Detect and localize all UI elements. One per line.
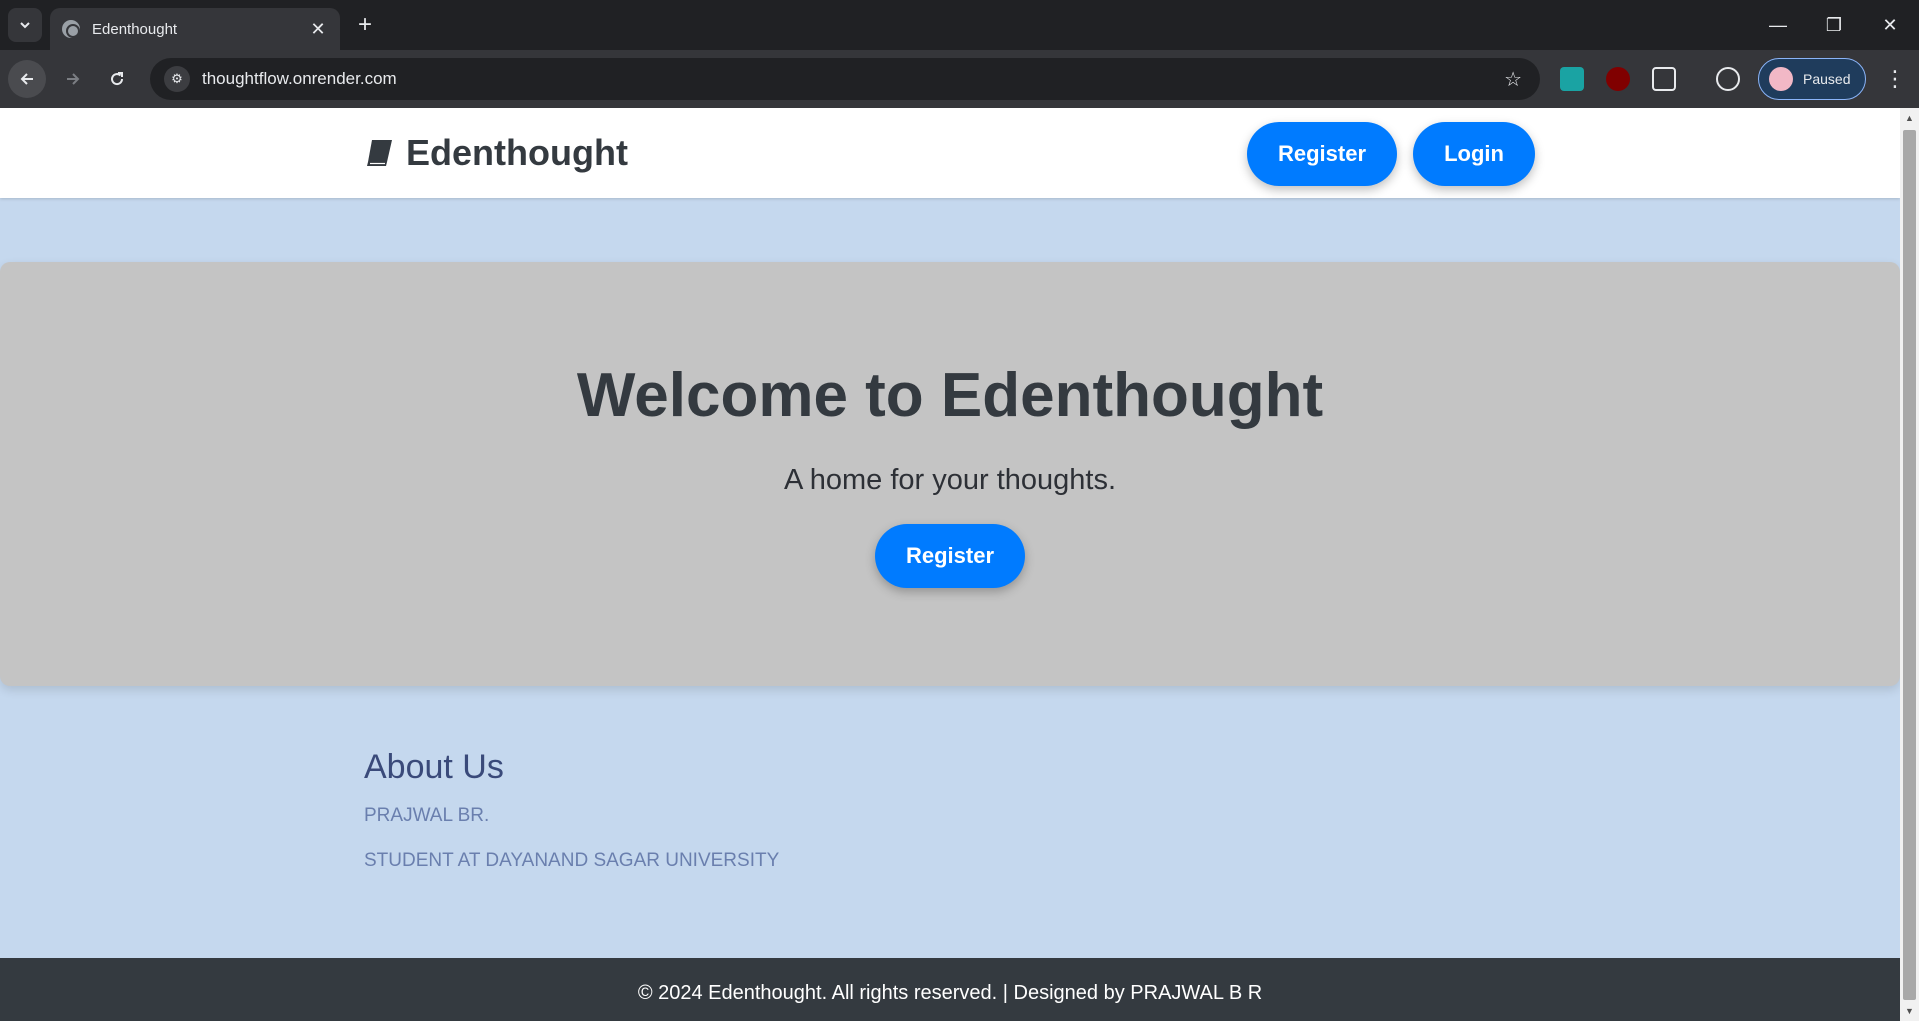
profile-status: Paused bbox=[1803, 71, 1851, 87]
restore-button[interactable]: ❐ bbox=[1806, 0, 1862, 50]
hero-section: Welcome to Edenthought A home for your t… bbox=[0, 262, 1900, 686]
extension-icon[interactable] bbox=[1652, 67, 1676, 91]
minimize-button[interactable]: — bbox=[1750, 0, 1806, 50]
footer-text: © 2024 Edenthought. All rights reserved.… bbox=[637, 982, 1263, 1004]
avatar bbox=[1769, 67, 1793, 91]
register-button[interactable]: Register bbox=[1247, 122, 1397, 186]
address-bar[interactable]: ⚙ thoughtflow.onrender.com ☆ bbox=[150, 58, 1540, 100]
close-window-button[interactable]: ✕ bbox=[1862, 0, 1918, 50]
page-viewport: Edenthought Register Login Welcome to Ed… bbox=[0, 108, 1900, 1021]
translate-extension-icon[interactable] bbox=[1560, 67, 1584, 91]
chevron-down-icon bbox=[20, 22, 30, 29]
new-tab-button[interactable]: + bbox=[352, 12, 378, 38]
scroll-up-icon[interactable]: ▲ bbox=[1900, 110, 1919, 126]
tab-close-icon[interactable]: ✕ bbox=[308, 19, 328, 40]
brand-name: Edenthought bbox=[406, 132, 628, 173]
back-button[interactable] bbox=[8, 60, 46, 98]
scroll-down-icon[interactable]: ▼ bbox=[1900, 1003, 1919, 1019]
scrollbar-thumb[interactable] bbox=[1903, 130, 1916, 1000]
about-heading: About Us bbox=[364, 748, 504, 786]
forward-icon bbox=[67, 73, 80, 85]
menu-icon[interactable]: ⋮ bbox=[1880, 64, 1910, 94]
brand-logo[interactable]: Edenthought bbox=[364, 132, 628, 174]
about-section: About Us PRAJWAL BR. STUDENT AT DAYANAND… bbox=[364, 748, 779, 895]
site-header: Edenthought Register Login bbox=[0, 108, 1900, 198]
reload-icon bbox=[111, 72, 124, 86]
tab-search-button[interactable] bbox=[8, 8, 42, 42]
hero-register-button[interactable]: Register bbox=[875, 524, 1025, 588]
back-icon bbox=[20, 73, 33, 85]
page-scrollbar[interactable]: ▲ ▼ bbox=[1900, 108, 1919, 1021]
hero-subtitle: A home for your thoughts. bbox=[783, 464, 1117, 496]
about-line: PRAJWAL BR. bbox=[364, 805, 490, 826]
login-button[interactable]: Login bbox=[1413, 122, 1535, 186]
tab-title: Edenthought bbox=[92, 20, 178, 38]
tab-strip: Edenthought ✕ + — ❐ ✕ bbox=[0, 0, 1919, 50]
site-info-icon[interactable]: ⚙ bbox=[164, 66, 190, 92]
star-icon[interactable]: ☆ bbox=[1504, 67, 1522, 92]
site-footer: © 2024 Edenthought. All rights reserved.… bbox=[0, 958, 1900, 1021]
globe-icon bbox=[62, 20, 80, 38]
book-icon bbox=[367, 140, 392, 166]
hero-title: Welcome to Edenthought bbox=[576, 361, 1324, 430]
browser-toolbar: ⚙ thoughtflow.onrender.com ☆ Paused ⋮ bbox=[0, 50, 1919, 108]
url-text[interactable]: thoughtflow.onrender.com bbox=[202, 69, 1504, 89]
ublock-extension-icon[interactable] bbox=[1606, 67, 1630, 91]
profile-button[interactable]: Paused bbox=[1758, 58, 1866, 100]
performance-icon[interactable] bbox=[1716, 67, 1740, 91]
tab-edenthought[interactable]: Edenthought ✕ bbox=[50, 8, 340, 50]
reload-button[interactable] bbox=[98, 60, 136, 98]
about-line: STUDENT AT DAYANAND SAGAR UNIVERSITY bbox=[364, 850, 780, 871]
forward-button[interactable] bbox=[54, 60, 92, 98]
